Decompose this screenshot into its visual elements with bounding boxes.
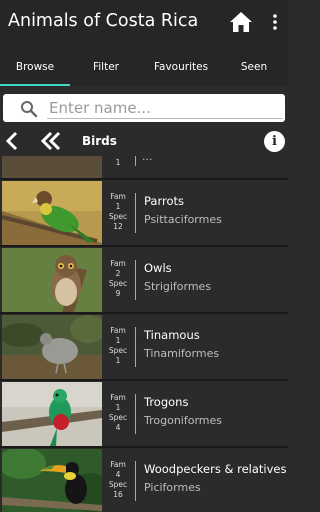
fam-label: Fam (110, 326, 126, 335)
scientific-name: Psittaciformes (144, 213, 222, 226)
spec-count: 16 (113, 490, 123, 499)
common-name: Owls (144, 261, 172, 275)
fam-count: 1 (115, 202, 121, 211)
spec-count: 9 (115, 289, 121, 298)
home-icon[interactable] (229, 11, 253, 33)
bird-photo (2, 156, 102, 178)
spec-label: Spec (108, 480, 128, 489)
list-item-parrots[interactable]: Fam 1 Spec 12 Parrots Psittaciformes (0, 180, 288, 246)
common-name: Woodpeckers & relatives (144, 462, 287, 476)
category-nav-bar: Birds i (0, 126, 288, 156)
group-stats: Fam 1 Spec 4 (102, 382, 134, 446)
scientific-name: Strigiformes (144, 280, 212, 293)
tab-seen[interactable]: Seen (220, 46, 288, 86)
divider (135, 461, 136, 501)
search-underline (47, 118, 283, 119)
double-back-icon[interactable] (40, 130, 62, 152)
fam-count: 1 (115, 403, 121, 412)
search-icon (21, 101, 38, 118)
quetzal-photo (2, 382, 102, 446)
divider (135, 394, 136, 434)
toucan-photo (2, 449, 102, 512)
category-title: Birds (82, 134, 117, 148)
owl-photo (2, 248, 102, 312)
search-box[interactable] (3, 94, 285, 122)
divider (135, 193, 136, 233)
fam-count: 1 (115, 336, 121, 345)
info-icon[interactable]: i (264, 131, 285, 152)
group-stats: Fam 1 Spec 12 (102, 181, 134, 245)
divider (135, 327, 136, 367)
fam-label: Fam (110, 393, 126, 402)
common-name: Trogons (144, 395, 189, 409)
scientific-name: Piciformes (144, 481, 201, 494)
app-title: Animals of Costa Rica (8, 11, 199, 31)
list-item-trogons[interactable]: Fam 1 Spec 4 Trogons Trogoniformes (0, 381, 288, 447)
fam-label: Fam (110, 259, 126, 268)
divider (135, 260, 136, 300)
fam-count: 4 (115, 470, 121, 479)
tab-bar: Browse Filter Favourites Seen (0, 46, 288, 86)
tab-filter[interactable]: Filter (70, 46, 142, 86)
list-item-woodpeckers[interactable]: Fam 4 Spec 16 Woodpeckers & relatives Pi… (0, 448, 288, 512)
spec-label: Spec (108, 279, 128, 288)
search-input[interactable] (49, 97, 277, 119)
group-stats: Fam 1 Spec 1 (102, 315, 134, 379)
fam-label: Fam (110, 192, 126, 201)
spec-count: 1 (115, 356, 121, 365)
app-bar: Animals of Costa Rica (0, 0, 288, 46)
divider (135, 156, 136, 166)
tab-browse[interactable]: Browse (0, 46, 70, 86)
spec-count: 1 (115, 158, 121, 167)
scientific-name: Trogoniformes (144, 414, 222, 427)
spec-count: 4 (115, 423, 121, 432)
spec-count: 12 (113, 222, 123, 231)
parrot-photo (2, 181, 102, 245)
tinamou-photo (2, 315, 102, 379)
tab-favourites[interactable]: Favourites (142, 46, 220, 86)
common-name: Parrots (144, 194, 185, 208)
more-vert-icon[interactable] (268, 13, 282, 31)
scientific-name: Tinamiformes (144, 347, 220, 360)
spec-label: Spec (108, 413, 128, 422)
common-name: Tinamous (144, 328, 200, 342)
list-item-partial[interactable]: 1 ... (0, 156, 288, 179)
scientific-name: ... (142, 156, 153, 163)
bird-group-list[interactable]: 1 ... Fam 1 Spec 12 Parrots Psittaciform… (0, 156, 288, 512)
spec-label: Spec (108, 212, 128, 221)
group-stats: Fam 2 Spec 9 (102, 248, 134, 312)
spec-label: Spec (108, 346, 128, 355)
back-icon[interactable] (4, 130, 20, 152)
fam-label: Fam (110, 460, 126, 469)
list-item-tinamous[interactable]: Fam 1 Spec 1 Tinamous Tinamiformes (0, 314, 288, 380)
list-item-owls[interactable]: Fam 2 Spec 9 Owls Strigiformes (0, 247, 288, 313)
group-stats: Fam 4 Spec 16 (102, 449, 134, 512)
fam-count: 2 (115, 269, 121, 278)
